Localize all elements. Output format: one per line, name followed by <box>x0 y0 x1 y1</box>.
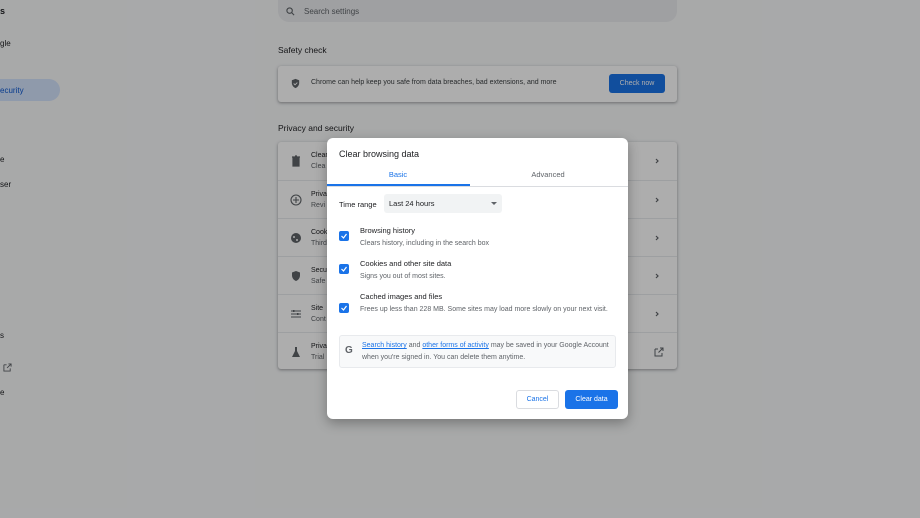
tab-divider <box>327 186 628 187</box>
cached-images-checkbox[interactable] <box>339 303 349 313</box>
checkmark-icon <box>341 305 347 311</box>
checkmark-icon <box>341 266 347 272</box>
tab-advanced[interactable]: Advanced <box>477 170 619 186</box>
cancel-button[interactable]: Cancel <box>516 390 559 409</box>
option-description: Clears history, including in the search … <box>360 240 490 247</box>
clear-browsing-data-dialog: Clear browsing data Basic Advanced Time … <box>327 138 628 419</box>
dropdown-arrow-icon <box>491 202 497 205</box>
clear-data-button[interactable]: Clear data <box>565 390 618 409</box>
option-title: Browsing history <box>360 226 416 235</box>
option-title: Cached images and files <box>360 292 443 301</box>
time-range-value: Last 24 hours <box>389 199 435 208</box>
option-description: Signs you out of most sites. <box>360 273 446 280</box>
option-title: Cookies and other site data <box>360 259 452 268</box>
browsing-history-checkbox[interactable] <box>339 231 349 241</box>
cookies-checkbox[interactable] <box>339 264 349 274</box>
info-text: Search history and other forms of activi… <box>362 340 612 363</box>
checkmark-icon <box>341 233 347 239</box>
time-range-select[interactable]: Last 24 hours <box>384 194 502 213</box>
option-description: Frees up less than 228 MB. Some sites ma… <box>360 306 608 313</box>
time-range-label: Time range <box>339 200 377 209</box>
info-and: and <box>408 342 421 349</box>
search-history-link[interactable]: Search history <box>362 342 407 349</box>
google-g-icon: G <box>345 345 353 356</box>
dialog-title: Clear browsing data <box>339 149 420 159</box>
google-activity-info: G Search history and other forms of acti… <box>339 335 616 368</box>
other-activity-link[interactable]: other forms of activity <box>422 342 489 349</box>
